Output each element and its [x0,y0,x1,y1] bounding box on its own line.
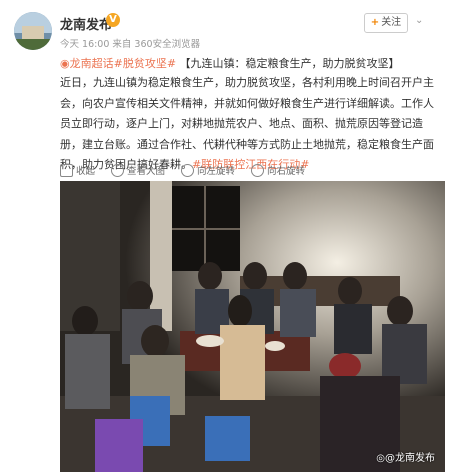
author-name[interactable]: 龙南发布 [60,14,112,33]
chevron-down-icon[interactable]: ⌄ [415,15,425,26]
follow-button[interactable]: + 关注 [364,13,408,33]
avatar[interactable] [14,12,52,50]
post-body: 近日，九连山镇为稳定粮食生产，助力脱贫攻坚，各村利用晚上时间召开户主会，向农户宣… [60,73,440,176]
verified-icon: V [106,13,120,27]
rotate-right-button[interactable]: 向右旋转 [251,163,305,177]
person-head [127,281,153,311]
curtain [150,181,172,331]
zoom-icon [111,163,125,177]
woman-dress [220,325,265,400]
follow-label: 关注 [381,17,402,28]
rotate-left-icon [181,163,195,177]
avatar-ground [14,38,52,50]
view-large-button[interactable]: 查看大图 [111,163,165,177]
purple-stool [95,419,143,472]
collapse-icon [60,163,73,177]
post-body-text: 近日，九连山镇为稳定粮食生产，助力脱贫攻坚，各村利用晚上时间召开户主会，向农户宣… [60,76,434,171]
image-actions: 收起 查看大图 向左旋转 向右旋转 [60,163,305,177]
headline-text: 【九连山镇：稳定粮食生产，助力脱贫攻坚】 [179,57,400,70]
watermark: ◎@龙南发布 [376,453,435,464]
post-headline: ◉龙南超话#脱贫攻坚# 【九连山镇：稳定粮食生产，助力脱贫攻坚】 [60,55,440,72]
meeting-photo [60,181,445,472]
post-meta: 今天 16:00 来自 360安全浏览器 [60,39,201,50]
rotate-left-button[interactable]: 向左旋转 [181,163,235,177]
super-topic-icon: ◉ [60,57,70,70]
rotate-right-icon [251,163,265,177]
plus-icon: + [370,17,380,28]
weibo-logo-icon: ◎ [376,453,385,464]
post-photo[interactable]: ◎@龙南发布 [60,181,445,472]
hashtag-link[interactable]: ◉龙南超话#脱贫攻坚# [60,57,176,70]
red-cap [329,353,361,379]
collapse-button[interactable]: 收起 [60,163,95,177]
